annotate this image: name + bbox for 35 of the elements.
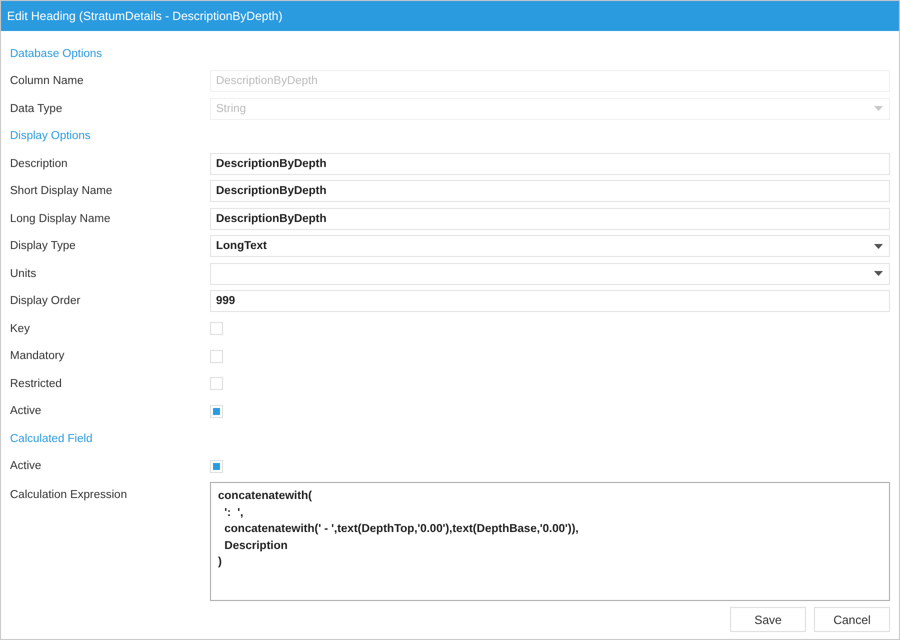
field-label: Data Type [10,102,64,115]
field-label: Units [10,268,38,280]
caret-icon [874,271,883,276]
text-field[interactable]: DescriptionByDepth [210,208,890,230]
field-label: Long Display Name [10,212,112,225]
field-label: Short Display Name [10,185,114,198]
caret-icon [874,106,883,112]
field-label: Active [10,460,42,472]
field-label: Restricted [10,378,63,390]
cancel-button[interactable]: Cancel [814,607,890,632]
section-heading: Display Options [10,130,91,142]
field-label: Calculation Expression [10,488,128,501]
checkbox[interactable] [210,460,223,473]
field-label: Column Name [10,75,84,88]
field-label: Key [10,322,31,335]
section-heading: Database Options [10,48,102,60]
text-field[interactable]: DescriptionByDepth [210,152,890,175]
field-label: Display Type [10,240,77,252]
expression-field[interactable]: concatenatewith( ': ', concatenatewith(' - ',text(DepthTop,'0.00'),text(DepthBase,'0.00')), Description ) [210,482,890,601]
dropdown[interactable] [210,262,890,285]
checkbox[interactable] [210,322,223,336]
save-button[interactable]: Save [730,607,806,632]
text-field[interactable]: 999 [210,290,890,312]
field-label: Active [10,405,42,418]
checkbox[interactable] [210,377,223,390]
window-title: Edit Heading (StratumDetails - DescriptionByDepth) [7,9,282,23]
field-label: Description [10,158,69,170]
caret-icon [874,244,883,249]
dropdown[interactable]: LongText [210,235,890,258]
field-label: Mandatory [10,350,66,362]
checkbox[interactable] [210,404,223,418]
checkbox[interactable] [210,350,223,363]
field-label: Display Order [10,295,82,308]
section-heading: Calculated Field [10,432,92,445]
text-field[interactable]: DescriptionByDepth [210,180,890,202]
